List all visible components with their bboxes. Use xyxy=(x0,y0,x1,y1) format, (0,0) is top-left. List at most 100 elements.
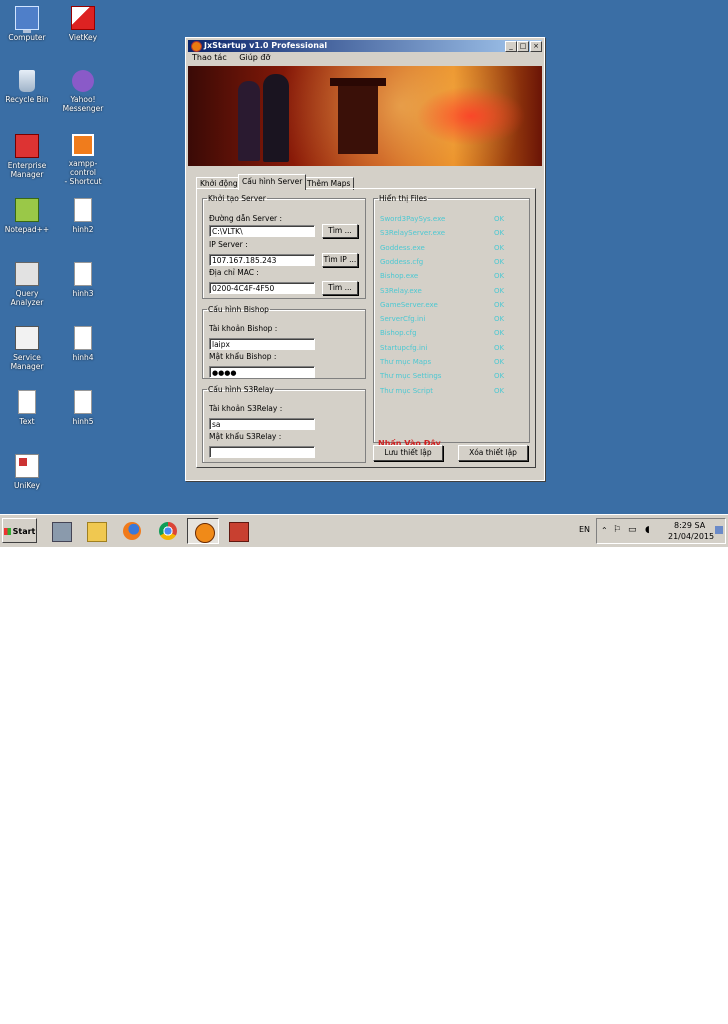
find-path-button[interactable]: Tìm ... xyxy=(322,224,358,238)
taskbar-toolbox[interactable] xyxy=(222,518,254,544)
s3relay-password-input[interactable] xyxy=(209,446,315,458)
file-name: Thư mục Script xyxy=(380,386,434,395)
language-indicator[interactable]: EN xyxy=(579,525,590,534)
desktop-icon-hinh2[interactable]: hinh2 xyxy=(56,198,110,234)
desktop-icon-unikey[interactable]: UniKey xyxy=(0,454,54,490)
find-mac-button[interactable]: Tìm ... xyxy=(322,281,358,295)
menu-bar: Thao tác Giúp đỡ xyxy=(188,53,276,65)
close-button[interactable]: × xyxy=(530,41,542,52)
network-icon[interactable]: ▭ xyxy=(628,525,637,535)
desktop-icon-enterprise-manager[interactable]: Enterprise Manager xyxy=(0,134,54,179)
game-banner-image xyxy=(188,66,542,166)
query-analyzer-icon xyxy=(15,262,39,286)
desktop-icon-hinh4[interactable]: hinh4 xyxy=(56,326,110,362)
file-status: OK xyxy=(494,358,505,366)
delete-settings-button[interactable]: Xóa thiết lập xyxy=(458,445,528,461)
file-row: Startupcfg.ini OK xyxy=(380,344,510,356)
file-name: S3RelayServer.exe xyxy=(380,229,446,238)
taskbar-firefox[interactable] xyxy=(116,518,148,544)
minimize-button[interactable]: _ xyxy=(505,41,517,52)
file-status: OK xyxy=(494,243,505,252)
group-hien-thi-files: Hiển thị Files Sword3PaySys.exe OK S3Relay… xyxy=(373,194,530,448)
text-file-icon xyxy=(18,390,36,414)
firefox-icon xyxy=(123,522,141,540)
show-hidden-icons-icon[interactable]: ⌃ xyxy=(601,526,608,535)
taskbar-jxstartup[interactable] xyxy=(187,518,219,544)
bishop-password-input[interactable]: ●●●● xyxy=(209,366,315,378)
desktop-icon-yahoo-messenger[interactable]: Yahoo! Messenger xyxy=(56,70,110,113)
mac-address-label: Địa chỉ MAC : xyxy=(209,268,259,277)
file-row: Goddess.exe OK xyxy=(380,244,510,256)
computer-icon xyxy=(15,6,39,33)
show-desktop-icon[interactable] xyxy=(715,526,723,534)
bishop-password-label: Mật khẩu Bishop : xyxy=(209,352,277,361)
save-settings-button[interactable]: Lưu thiết lập xyxy=(373,445,443,461)
desktop-icon-computer[interactable]: Computer xyxy=(0,6,54,42)
bishop-account-input[interactable]: laipx xyxy=(209,338,315,350)
desktop-icon-hinh5[interactable]: hinh5 xyxy=(56,390,110,426)
ip-server-input[interactable]: 107.167.185.243 xyxy=(209,254,315,266)
tab-cau-hinh-server[interactable]: Cấu hình Server xyxy=(238,174,307,190)
group-title: Hiển thị Files xyxy=(379,194,428,203)
taskbar-server-manager[interactable] xyxy=(45,518,77,544)
file-name: ServerCfg.ini xyxy=(380,315,426,324)
document-icon xyxy=(74,262,92,286)
tab-panel-cau-hinh-server: Khởi tạo Server Đường dẫn Server : C:\VL… xyxy=(196,188,536,468)
desktop-icon-text[interactable]: Text xyxy=(0,390,54,426)
desktop-icon-recycle-bin[interactable]: Recycle Bin xyxy=(0,70,54,104)
toolbox-icon xyxy=(229,522,249,542)
notepad-plus-plus-icon xyxy=(15,198,39,222)
file-status: OK xyxy=(494,372,505,381)
desktop-icon-xampp[interactable]: xampp-control - Shortcut xyxy=(56,134,110,186)
clock-date[interactable]: 21/04/2015 xyxy=(668,532,714,541)
file-name: Thư mục Maps xyxy=(380,358,432,366)
file-row: Sword3PaySys.exe OK xyxy=(380,215,510,227)
find-ip-button[interactable]: Tìm IP ... xyxy=(322,253,358,267)
file-name: Bishop.exe xyxy=(380,272,419,281)
desktop-icon-vietkey[interactable]: VietKey xyxy=(56,6,110,42)
action-center-flag-icon[interactable]: ⚐ xyxy=(613,525,621,535)
file-row: Thư mục Settings OK xyxy=(380,372,510,384)
ip-server-label: IP Server : xyxy=(209,240,248,249)
file-row: Bishop.exe OK xyxy=(380,272,510,284)
menu-giup-do[interactable]: Giúp đỡ xyxy=(239,53,270,62)
file-status: OK xyxy=(494,315,505,324)
file-row: Thư mục Script OK xyxy=(380,387,510,399)
document-icon xyxy=(74,326,92,350)
character-figure xyxy=(238,81,260,161)
server-path-input[interactable]: C:\VLTK\ xyxy=(209,225,315,237)
desktop-icon-query-analyzer[interactable]: Query Analyzer xyxy=(0,262,54,307)
bishop-account-label: Tài khoản Bishop : xyxy=(209,324,278,333)
taskbar-chrome[interactable] xyxy=(152,518,184,544)
server-path-label: Đường dẫn Server : xyxy=(209,214,283,223)
volume-muted-icon[interactable]: ◖ xyxy=(645,525,650,535)
enterprise-manager-icon xyxy=(15,134,39,158)
pagoda-shape xyxy=(330,78,386,154)
file-status: OK xyxy=(494,272,505,281)
server-manager-icon xyxy=(52,522,72,542)
desktop-icon-service-manager[interactable]: Service Manager xyxy=(0,326,54,371)
taskbar: Start EN ⌃ ⚐ ▭ ◖ 8:29 SA 21/04/2015 xyxy=(0,514,728,547)
chrome-icon xyxy=(159,522,177,540)
group-khoi-tao-server: Khởi tạo Server Đường dẫn Server : C:\VL… xyxy=(202,194,366,299)
file-status: OK xyxy=(494,329,505,338)
group-cau-hinh-s3relay: Cấu hình S3Relay Tài khoản S3Relay : sa … xyxy=(202,385,366,463)
file-row: S3RelayServer.exe OK xyxy=(380,229,510,241)
desktop-icon-notepad-plus-plus[interactable]: Notepad++ xyxy=(0,198,54,234)
file-row: ServerCfg.ini OK xyxy=(380,315,510,327)
clock-time[interactable]: 8:29 SA xyxy=(674,521,705,530)
s3relay-account-input[interactable]: sa xyxy=(209,418,315,430)
jxstartup-window: JxStartup v1.0 Professional _ □ × Thao t… xyxy=(185,37,545,481)
mac-address-input[interactable]: 0200-4C4F-4F50 xyxy=(209,282,315,294)
taskbar-explorer[interactable] xyxy=(80,518,112,544)
title-bar[interactable]: JxStartup v1.0 Professional _ □ × xyxy=(188,40,542,52)
desktop: Computer VietKey Recycle Bin Yahoo! Mess… xyxy=(0,0,728,514)
recycle-bin-icon xyxy=(19,70,35,92)
maximize-button[interactable]: □ xyxy=(517,41,529,52)
file-status: OK xyxy=(494,286,505,295)
file-row: S3Relay.exe OK xyxy=(380,287,510,299)
menu-thao-tac[interactable]: Thao tác xyxy=(192,53,227,62)
desktop-icon-hinh3[interactable]: hinh3 xyxy=(56,262,110,298)
start-button[interactable]: Start xyxy=(2,518,37,543)
window-title: JxStartup v1.0 Professional xyxy=(204,41,328,50)
